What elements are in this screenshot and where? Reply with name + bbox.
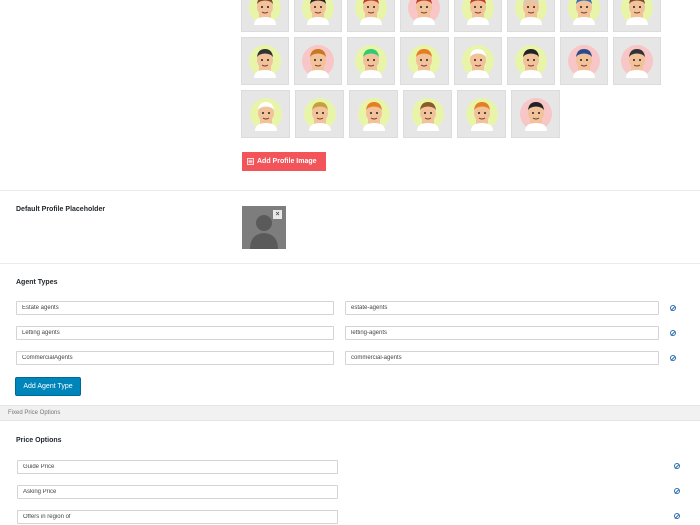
- avatar-face-icon: [249, 0, 282, 25]
- fixed-price-options-label: Fixed Price Options: [8, 410, 61, 416]
- avatar-row: [241, 37, 661, 85]
- agent-type-slug-input[interactable]: [345, 326, 659, 340]
- avatar-option[interactable]: [241, 37, 290, 85]
- agent-type-name-input[interactable]: [16, 326, 334, 340]
- avatar-option[interactable]: [241, 0, 290, 32]
- avatar-face-icon: [408, 0, 441, 25]
- placeholder-label: Default Profile Placeholder: [16, 206, 106, 213]
- avatar-option[interactable]: [400, 37, 449, 85]
- add-agent-type-button[interactable]: Add Agent Type: [15, 377, 81, 396]
- agent-type-name-input[interactable]: [16, 301, 334, 315]
- close-icon[interactable]: ×: [273, 210, 282, 219]
- cowboy-avatar-icon: [411, 98, 444, 131]
- price-option-input[interactable]: [17, 510, 338, 524]
- avatar-gallery: [241, 0, 661, 143]
- price-option-input[interactable]: [17, 485, 338, 499]
- avatar-option[interactable]: [294, 0, 343, 32]
- avatar-option[interactable]: [349, 90, 398, 138]
- placeholder-image: ×: [242, 206, 286, 249]
- avatar-option[interactable]: [457, 90, 506, 138]
- builder-avatar-icon: [357, 98, 390, 131]
- agent-types-title: Agent Types: [16, 279, 58, 286]
- avatar-option[interactable]: [559, 37, 608, 85]
- add-profile-image-button[interactable]: Add Profile Image: [242, 152, 326, 171]
- avatar-option[interactable]: [506, 37, 555, 85]
- avatar-row: [241, 0, 661, 32]
- avatar-option[interactable]: [294, 37, 343, 85]
- police-avatar-icon: [567, 45, 600, 78]
- helmet-avatar-icon: [620, 45, 653, 78]
- avatar-face-icon: [303, 98, 336, 131]
- avatar-face-icon: [567, 0, 600, 25]
- add-profile-image-label: Add Profile Image: [257, 158, 317, 165]
- avatar-option[interactable]: [347, 37, 396, 85]
- section-divider: [0, 263, 700, 264]
- remove-circle-icon[interactable]: [674, 488, 680, 494]
- cowboy-avatar-icon: [302, 45, 335, 78]
- avatar-option[interactable]: [453, 37, 502, 85]
- avatar-face-icon: [514, 45, 547, 78]
- fixed-price-options-band[interactable]: Fixed Price Options: [0, 405, 700, 421]
- sailor-avatar-icon: [461, 45, 494, 78]
- avatar-option[interactable]: [295, 90, 344, 138]
- agent-type-name-input[interactable]: [16, 351, 334, 365]
- avatar-face-icon: [302, 0, 335, 25]
- remove-circle-icon[interactable]: [670, 330, 676, 336]
- avatar-option[interactable]: [506, 0, 555, 32]
- remove-circle-icon[interactable]: [670, 305, 676, 311]
- avatar-option[interactable]: [347, 0, 396, 32]
- avatar-face-icon: [519, 98, 552, 131]
- pilot-avatar-icon: [249, 45, 282, 78]
- image-list-icon: [247, 158, 254, 165]
- avatar-option[interactable]: [612, 37, 661, 85]
- price-options-title: Price Options: [16, 437, 62, 444]
- avatar-face-icon: [355, 0, 388, 25]
- chef-avatar-icon: [249, 98, 282, 131]
- avatar-face-icon: [408, 45, 441, 78]
- avatar-face-icon: [465, 98, 498, 131]
- avatar-face-icon: [620, 0, 653, 25]
- avatar-face-icon: [461, 0, 494, 25]
- avatar-option[interactable]: [453, 0, 502, 32]
- avatar-option[interactable]: [612, 0, 661, 32]
- remove-circle-icon[interactable]: [674, 513, 680, 519]
- avatar-face-icon: [514, 0, 547, 25]
- price-option-input[interactable]: [17, 460, 338, 474]
- agent-type-slug-input[interactable]: [345, 301, 659, 315]
- agent-type-slug-input[interactable]: [345, 351, 659, 365]
- avatar-option[interactable]: [241, 90, 290, 138]
- avatar-row: [241, 90, 661, 138]
- avatar-option[interactable]: [511, 90, 560, 138]
- avatar-option[interactable]: [400, 0, 449, 32]
- section-divider: [0, 190, 700, 191]
- avatar-option[interactable]: [559, 0, 608, 32]
- remove-circle-icon[interactable]: [670, 355, 676, 361]
- avatar-option[interactable]: [403, 90, 452, 138]
- avatar-face-icon: [355, 45, 388, 78]
- remove-circle-icon[interactable]: [674, 463, 680, 469]
